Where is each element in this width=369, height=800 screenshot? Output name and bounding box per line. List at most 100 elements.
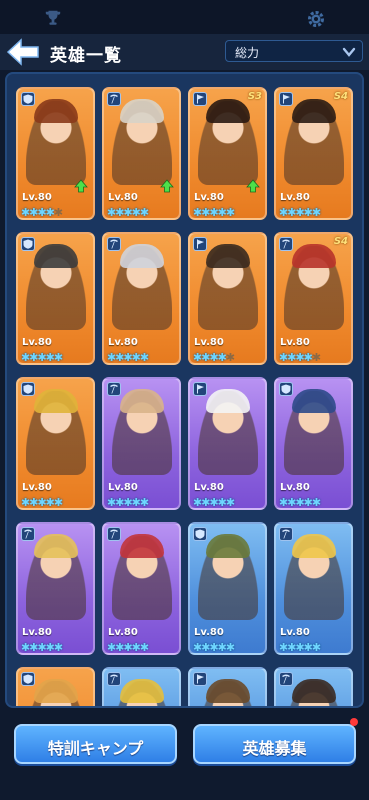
hero-level: Lv.80 — [280, 482, 310, 493]
hero-card[interactable]: Lv.80 ✱✱✱✱✱ — [188, 232, 267, 365]
star-filled-icon: ✱ — [37, 206, 46, 219]
star-filled-icon: ✱ — [303, 351, 313, 364]
star-filled-icon: ✱ — [303, 496, 313, 509]
shield-role-icon — [21, 672, 35, 686]
star-filled-icon: ✱ — [209, 206, 218, 219]
shield-role-icon — [21, 92, 35, 106]
star-filled-icon: ✱ — [139, 351, 149, 364]
star-filled-icon: ✱ — [295, 641, 304, 654]
hero-star-rating: ✱✱✱✱✱ — [107, 351, 149, 364]
star-filled-icon: ✱ — [131, 206, 141, 219]
hero-card[interactable] — [102, 667, 181, 706]
hero-list-panel[interactable]: Lv.80 ✱✱✱✱✱ Lv.80 ✱✱✱✱✱ S3 Lv.80 ✱✱✱✱✱ S4 Lv.80 ✱… — [5, 72, 364, 708]
shield-role-icon — [193, 527, 207, 541]
star-filled-icon: ✱ — [217, 641, 227, 654]
hero-level: Lv.80 — [22, 482, 52, 493]
upgrade-arrow-icon — [160, 179, 174, 193]
star-filled-icon: ✱ — [139, 641, 149, 654]
hero-recruit-button[interactable]: 英雄募集 — [193, 724, 356, 764]
hero-card[interactable]: Lv.80 ✱✱✱✱✱ — [16, 522, 95, 655]
star-filled-icon: ✱ — [279, 351, 288, 364]
hero-level: Lv.80 — [108, 337, 138, 348]
hero-card[interactable]: Lv.80 ✱✱✱✱✱ — [102, 232, 181, 365]
star-filled-icon: ✱ — [45, 351, 55, 364]
star-filled-icon: ✱ — [45, 641, 55, 654]
hero-card[interactable]: Lv.80 ✱✱✱✱✱ — [16, 232, 95, 365]
pick-role-icon — [107, 92, 121, 106]
hero-star-rating: ✱✱✱✱✱ — [107, 496, 149, 509]
trophy-icon[interactable] — [44, 9, 62, 27]
star-filled-icon: ✱ — [139, 496, 149, 509]
hero-card[interactable] — [188, 667, 267, 706]
bottom-bar: 特訓キャンプ 英雄募集 — [0, 708, 369, 800]
hero-star-rating: ✱✱✱✱✱ — [107, 206, 149, 219]
star-filled-icon: ✱ — [37, 496, 46, 509]
hero-card[interactable]: S4 Lv.80 ✱✱✱✱✱ — [274, 232, 353, 365]
hero-star-rating: ✱✱✱✱✱ — [21, 351, 63, 364]
hero-level: Lv.80 — [108, 482, 138, 493]
star-filled-icon: ✱ — [21, 496, 30, 509]
hero-portrait-hair — [120, 389, 164, 413]
hero-star-rating: ✱✱✱✱✱ — [193, 641, 235, 654]
hero-card[interactable] — [274, 667, 353, 706]
star-filled-icon: ✱ — [311, 496, 321, 509]
notification-dot — [350, 718, 358, 726]
back-arrow-icon[interactable] — [6, 38, 40, 66]
star-filled-icon: ✱ — [193, 206, 202, 219]
hero-level: Lv.80 — [280, 192, 310, 203]
hero-card[interactable]: Lv.80 ✱✱✱✱✱ — [102, 87, 181, 220]
star-filled-icon: ✱ — [123, 641, 132, 654]
flag-role-icon — [193, 92, 207, 106]
training-camp-button[interactable]: 特訓キャンプ — [14, 724, 177, 764]
shield-role-icon — [21, 237, 35, 251]
page-title: 英雄一覧 — [50, 46, 122, 66]
season-tier-badge: S4 — [333, 236, 348, 247]
star-filled-icon: ✱ — [217, 206, 227, 219]
hero-star-rating: ✱✱✱✱✱ — [193, 206, 235, 219]
hero-portrait-hair — [120, 534, 164, 558]
hero-level: Lv.80 — [194, 337, 224, 348]
hero-card[interactable]: Lv.80 ✱✱✱✱✱ — [188, 377, 267, 510]
hero-card[interactable]: S4 Lv.80 ✱✱✱✱✱ — [274, 87, 353, 220]
hero-level: Lv.80 — [22, 337, 52, 348]
star-filled-icon: ✱ — [225, 206, 235, 219]
pick-role-icon — [107, 527, 121, 541]
hero-card[interactable]: Lv.80 ✱✱✱✱✱ — [16, 377, 95, 510]
sort-dropdown-value: 総力 — [235, 46, 260, 60]
hero-star-rating: ✱✱✱✱✱ — [279, 641, 321, 654]
hero-card[interactable]: S3 Lv.80 ✱✱✱✱✱ — [188, 87, 267, 220]
hero-portrait-hair — [120, 244, 164, 268]
hero-level: Lv.80 — [194, 192, 224, 203]
hero-level: Lv.80 — [280, 627, 310, 638]
sort-dropdown[interactable]: 総力 — [225, 40, 363, 62]
hero-portrait-hair — [206, 244, 250, 268]
star-filled-icon: ✱ — [107, 206, 116, 219]
hero-portrait-hair — [206, 389, 250, 413]
hero-card[interactable] — [16, 667, 95, 706]
season-tier-badge: S4 — [333, 91, 348, 102]
hero-portrait-hair — [206, 99, 250, 123]
hero-card[interactable]: Lv.80 ✱✱✱✱✱ — [188, 522, 267, 655]
star-filled-icon: ✱ — [193, 641, 202, 654]
star-filled-icon: ✱ — [217, 496, 227, 509]
hero-card[interactable]: Lv.80 ✱✱✱✱✱ — [102, 522, 181, 655]
star-filled-icon: ✱ — [131, 641, 141, 654]
star-empty-icon: ✱ — [311, 351, 321, 364]
hero-portrait-hair — [34, 99, 78, 123]
star-filled-icon: ✱ — [131, 351, 141, 364]
hero-star-rating: ✱✱✱✱✱ — [193, 351, 235, 363]
hero-level: Lv.80 — [194, 627, 224, 638]
hero-card[interactable]: Lv.80 ✱✱✱✱✱ — [16, 87, 95, 220]
training-camp-label: 特訓キャンプ — [47, 739, 144, 758]
hero-star-rating: ✱✱✱✱✱ — [279, 206, 321, 219]
hero-star-rating: ✱✱✱✱✱ — [21, 496, 63, 509]
hero-portrait-hair — [292, 679, 336, 703]
hero-card[interactable]: Lv.80 ✱✱✱✱✱ — [274, 522, 353, 655]
hero-level: Lv.80 — [22, 192, 52, 203]
header: 英雄一覧 総力 — [0, 34, 369, 70]
hero-card[interactable]: Lv.80 ✱✱✱✱✱ — [274, 377, 353, 510]
hero-portrait-hair — [292, 534, 336, 558]
star-filled-icon: ✱ — [279, 206, 288, 219]
gear-icon[interactable] — [306, 9, 326, 29]
hero-card[interactable]: Lv.80 ✱✱✱✱✱ — [102, 377, 181, 510]
